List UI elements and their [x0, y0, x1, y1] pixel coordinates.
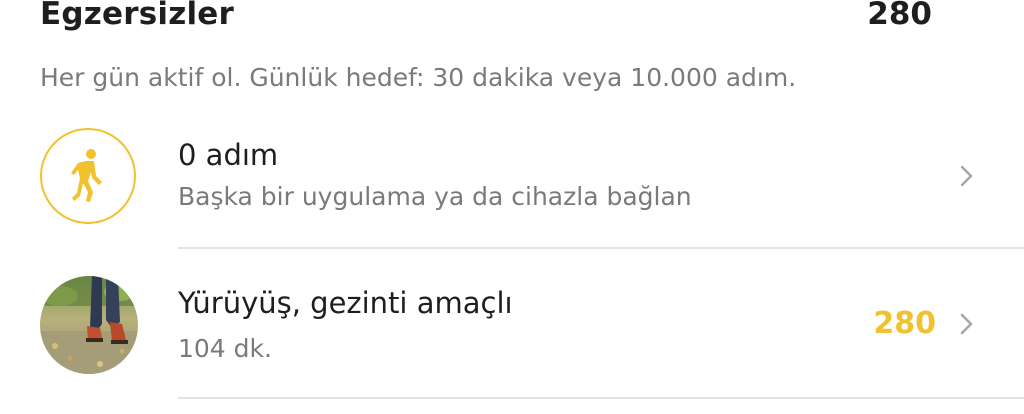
exercises-screen: Egzersizler 280 Her gün aktif ol. Günlük… — [0, 0, 1024, 414]
section-title: Egzersizler — [40, 0, 234, 32]
walking-photo — [40, 276, 138, 374]
list-item-walking[interactable]: Yürüyüş, gezinti amaçlı 104 dk. 280 — [0, 266, 1024, 388]
walking-person-icon — [40, 128, 136, 224]
activity-points: 280 — [873, 306, 936, 341]
steps-title: 0 adım — [178, 138, 279, 172]
steps-subtitle: Başka bir uygulama ya da cihazla bağlan — [178, 182, 692, 211]
section-description: Her gün aktif ol. Günlük hedef: 30 dakik… — [40, 63, 797, 92]
list-item-steps[interactable]: 0 adım Başka bir uygulama ya da cihazla … — [0, 118, 1024, 240]
activity-duration: 104 dk. — [178, 334, 272, 363]
divider — [178, 247, 1024, 249]
chevron-right-icon — [960, 165, 973, 187]
divider — [178, 397, 1024, 399]
chevron-right-icon — [960, 313, 973, 335]
section-total-points: 280 — [867, 0, 932, 32]
activity-title: Yürüyüş, gezinti amaçlı — [178, 286, 513, 320]
section-header: Egzersizler 280 — [40, 0, 932, 40]
